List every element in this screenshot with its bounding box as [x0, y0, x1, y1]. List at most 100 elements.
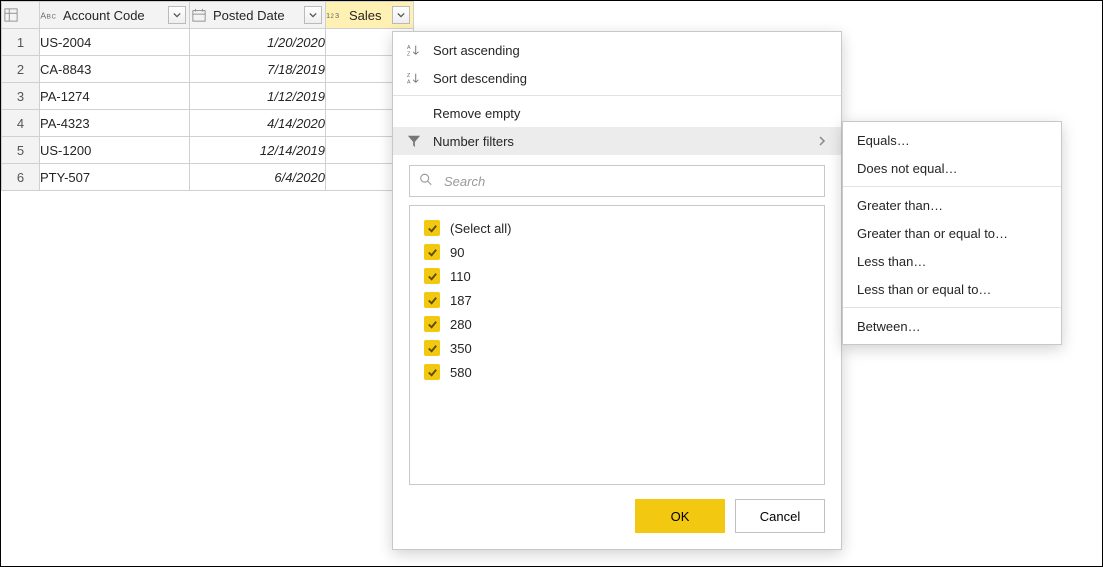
- svg-text:3: 3: [335, 11, 339, 20]
- search-input[interactable]: [409, 165, 825, 197]
- table-icon: [2, 6, 20, 24]
- column-label: Posted Date: [213, 8, 285, 23]
- filter-values-list[interactable]: (Select all) 90 110 187 280 350 580: [409, 205, 825, 485]
- cell-account[interactable]: US-1200: [40, 137, 190, 164]
- does-not-equal-item[interactable]: Does not equal…: [843, 154, 1061, 182]
- greater-than-item[interactable]: Greater than…: [843, 191, 1061, 219]
- filter-value-item[interactable]: 187: [424, 288, 810, 312]
- cell-posted[interactable]: 4/14/2020: [190, 110, 326, 137]
- checkbox-checked-icon[interactable]: [424, 292, 440, 308]
- cell-posted[interactable]: 1/12/2019: [190, 83, 326, 110]
- cancel-button[interactable]: Cancel: [735, 499, 825, 533]
- checkbox-checked-icon[interactable]: [424, 316, 440, 332]
- value-label: 187: [450, 293, 472, 308]
- table-row[interactable]: 3 PA-1274 1/12/2019: [2, 83, 414, 110]
- cell-account[interactable]: CA-8843: [40, 56, 190, 83]
- dialog-buttons: OK Cancel: [393, 485, 841, 533]
- checkbox-checked-icon[interactable]: [424, 244, 440, 260]
- cell-posted[interactable]: 12/14/2019: [190, 137, 326, 164]
- table-row[interactable]: 1 US-2004 1/20/2020: [2, 29, 414, 56]
- table-row[interactable]: 2 CA-8843 7/18/2019: [2, 56, 414, 83]
- select-all-item[interactable]: (Select all): [424, 216, 810, 240]
- value-label: (Select all): [450, 221, 511, 236]
- less-than-or-equal-item[interactable]: Less than or equal to…: [843, 275, 1061, 303]
- submenu-label: Equals…: [857, 133, 910, 148]
- svg-text:B: B: [46, 13, 51, 20]
- filter-value-item[interactable]: 350: [424, 336, 810, 360]
- filter-value-item[interactable]: 90: [424, 240, 810, 264]
- column-label: Sales: [349, 8, 382, 23]
- number-filters-item[interactable]: Number filters: [393, 127, 841, 155]
- submenu-label: Less than or equal to…: [857, 282, 991, 297]
- menu-label: Number filters: [433, 134, 807, 149]
- cell-posted[interactable]: 7/18/2019: [190, 56, 326, 83]
- less-than-item[interactable]: Less than…: [843, 247, 1061, 275]
- sort-desc-icon: ZA: [405, 69, 423, 87]
- svg-text:A: A: [407, 79, 411, 85]
- row-number: 5: [2, 137, 40, 164]
- menu-separator: [843, 186, 1061, 187]
- column-header-sales[interactable]: 123 Sales: [326, 2, 414, 29]
- row-number: 3: [2, 83, 40, 110]
- number-type-icon: 123: [326, 6, 344, 24]
- checkbox-checked-icon[interactable]: [424, 268, 440, 284]
- table-row[interactable]: 4 PA-4323 4/14/2020: [2, 110, 414, 137]
- cell-posted[interactable]: 1/20/2020: [190, 29, 326, 56]
- filter-button-posted-date[interactable]: [304, 6, 322, 24]
- equals-item[interactable]: Equals…: [843, 126, 1061, 154]
- ok-button[interactable]: OK: [635, 499, 725, 533]
- checkbox-checked-icon[interactable]: [424, 220, 440, 236]
- checkbox-checked-icon[interactable]: [424, 340, 440, 356]
- row-number: 2: [2, 56, 40, 83]
- svg-text:Z: Z: [407, 73, 411, 79]
- greater-than-or-equal-item[interactable]: Greater than or equal to…: [843, 219, 1061, 247]
- value-label: 90: [450, 245, 464, 260]
- menu-separator: [393, 95, 841, 96]
- submenu-label: Between…: [857, 319, 921, 334]
- column-header-account-code[interactable]: ABC Account Code: [40, 2, 190, 29]
- svg-text:C: C: [52, 14, 57, 20]
- submenu-label: Does not equal…: [857, 161, 957, 176]
- blank-icon: [405, 104, 423, 122]
- grid-body: 1 US-2004 1/20/2020 2 CA-8843 7/18/2019 …: [2, 29, 414, 191]
- value-label: 580: [450, 365, 472, 380]
- cell-account[interactable]: PA-1274: [40, 83, 190, 110]
- menu-label: Remove empty: [433, 106, 827, 121]
- svg-text:Z: Z: [407, 51, 411, 57]
- search-icon: [419, 173, 433, 190]
- submenu-label: Greater than or equal to…: [857, 226, 1008, 241]
- submenu-label: Greater than…: [857, 198, 943, 213]
- svg-text:1: 1: [326, 11, 330, 20]
- data-grid: ABC Account Code Posted Date: [1, 1, 414, 191]
- remove-empty-item[interactable]: Remove empty: [393, 99, 841, 127]
- column-filter-menu: AZ Sort ascending ZA Sort descending Rem…: [392, 31, 842, 550]
- svg-text:A: A: [407, 45, 411, 51]
- grid-corner[interactable]: [2, 2, 40, 29]
- row-number: 4: [2, 110, 40, 137]
- menu-label: Sort descending: [433, 71, 827, 86]
- cell-posted[interactable]: 6/4/2020: [190, 164, 326, 191]
- table-row[interactable]: 5 US-1200 12/14/2019: [2, 137, 414, 164]
- cell-account[interactable]: US-2004: [40, 29, 190, 56]
- column-label: Account Code: [63, 8, 145, 23]
- value-label: 110: [450, 269, 471, 284]
- filter-button-sales[interactable]: [392, 6, 410, 24]
- menu-label: Sort ascending: [433, 43, 827, 58]
- filter-button-account-code[interactable]: [168, 6, 186, 24]
- value-label: 350: [450, 341, 472, 356]
- value-label: 280: [450, 317, 472, 332]
- cell-account[interactable]: PA-4323: [40, 110, 190, 137]
- sort-descending-item[interactable]: ZA Sort descending: [393, 64, 841, 92]
- filter-value-item[interactable]: 580: [424, 360, 810, 384]
- chevron-right-icon: [817, 134, 827, 149]
- sort-ascending-item[interactable]: AZ Sort ascending: [393, 36, 841, 64]
- cell-account[interactable]: PTY-507: [40, 164, 190, 191]
- date-type-icon: [190, 6, 208, 24]
- checkbox-checked-icon[interactable]: [424, 364, 440, 380]
- svg-text:2: 2: [331, 14, 335, 20]
- filter-value-item[interactable]: 280: [424, 312, 810, 336]
- table-row[interactable]: 6 PTY-507 6/4/2020: [2, 164, 414, 191]
- between-item[interactable]: Between…: [843, 312, 1061, 340]
- column-header-posted-date[interactable]: Posted Date: [190, 2, 326, 29]
- filter-value-item[interactable]: 110: [424, 264, 810, 288]
